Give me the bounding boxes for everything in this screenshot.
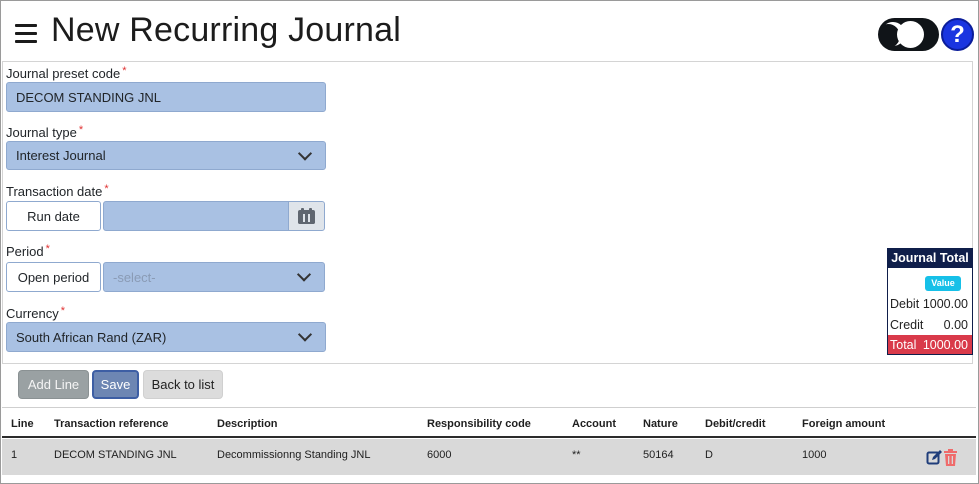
col-account: Account bbox=[572, 418, 616, 430]
transaction-date-label: Transaction date * bbox=[6, 183, 109, 199]
transaction-date-input[interactable] bbox=[103, 201, 289, 231]
run-date-button[interactable]: Run date bbox=[6, 201, 101, 231]
cell-transaction-reference: DECOM STANDING JNL bbox=[54, 449, 177, 461]
currency-select[interactable]: South African Rand (ZAR) bbox=[6, 322, 326, 352]
journal-type-label: Journal type * bbox=[6, 124, 84, 140]
journal-total-title: Journal Total bbox=[888, 249, 972, 268]
col-transaction-reference: Transaction reference bbox=[54, 418, 169, 430]
cell-account: ** bbox=[572, 449, 581, 461]
col-foreign-amount: Foreign amount bbox=[802, 418, 886, 430]
toggle-knob bbox=[897, 21, 924, 48]
help-icon[interactable]: ? bbox=[941, 18, 974, 51]
back-to-list-button[interactable]: Back to list bbox=[143, 370, 223, 399]
debit-row: Debit 1000.00 bbox=[890, 297, 968, 311]
app-window: New Recurring Journal ? Journal preset c… bbox=[0, 0, 979, 484]
delete-icon[interactable] bbox=[943, 449, 958, 466]
period-select[interactable]: -select- bbox=[103, 262, 325, 292]
cell-line: 1 bbox=[11, 449, 18, 461]
cell-responsibility-code: 6000 bbox=[427, 449, 452, 461]
col-responsibility-code: Responsibility code bbox=[427, 418, 531, 430]
total-row: Total 1000.00 bbox=[888, 335, 972, 354]
page-title: New Recurring Journal bbox=[51, 11, 402, 49]
add-line-button[interactable]: Add Line bbox=[18, 370, 89, 399]
col-description: Description bbox=[217, 418, 278, 430]
credit-row: Credit 0.00 bbox=[890, 318, 968, 332]
cell-foreign-amount: 1000 bbox=[802, 449, 827, 461]
save-button[interactable]: Save bbox=[92, 370, 139, 399]
value-badge: Value bbox=[925, 276, 961, 291]
table-row[interactable]: 1 DECOM STANDING JNL Decommissionng Stan… bbox=[2, 439, 976, 475]
cell-description: Decommissionng Standing JNL bbox=[217, 449, 371, 461]
col-nature: Nature bbox=[643, 418, 678, 430]
calendar-icon bbox=[298, 208, 315, 224]
preset-code-input[interactable]: DECOM STANDING JNL bbox=[6, 82, 326, 112]
journal-type-select[interactable]: Interest Journal bbox=[6, 141, 326, 170]
cell-debit-credit: D bbox=[705, 449, 713, 461]
theme-toggle[interactable] bbox=[878, 18, 939, 51]
menu-icon[interactable] bbox=[15, 24, 37, 44]
open-period-button[interactable]: Open period bbox=[6, 262, 101, 292]
edit-icon[interactable] bbox=[926, 449, 943, 466]
table-header: Line Transaction reference Description R… bbox=[2, 407, 976, 438]
col-debit-credit: Debit/credit bbox=[705, 418, 766, 430]
cell-nature: 50164 bbox=[643, 449, 674, 461]
period-label: Period * bbox=[6, 243, 50, 259]
journal-total-panel: Journal Total Value Debit 1000.00 Credit… bbox=[887, 248, 973, 355]
currency-label: Currency * bbox=[6, 305, 66, 321]
preset-code-label: Journal preset code * bbox=[6, 65, 127, 81]
col-line: Line bbox=[11, 418, 34, 430]
calendar-button[interactable] bbox=[288, 201, 325, 231]
